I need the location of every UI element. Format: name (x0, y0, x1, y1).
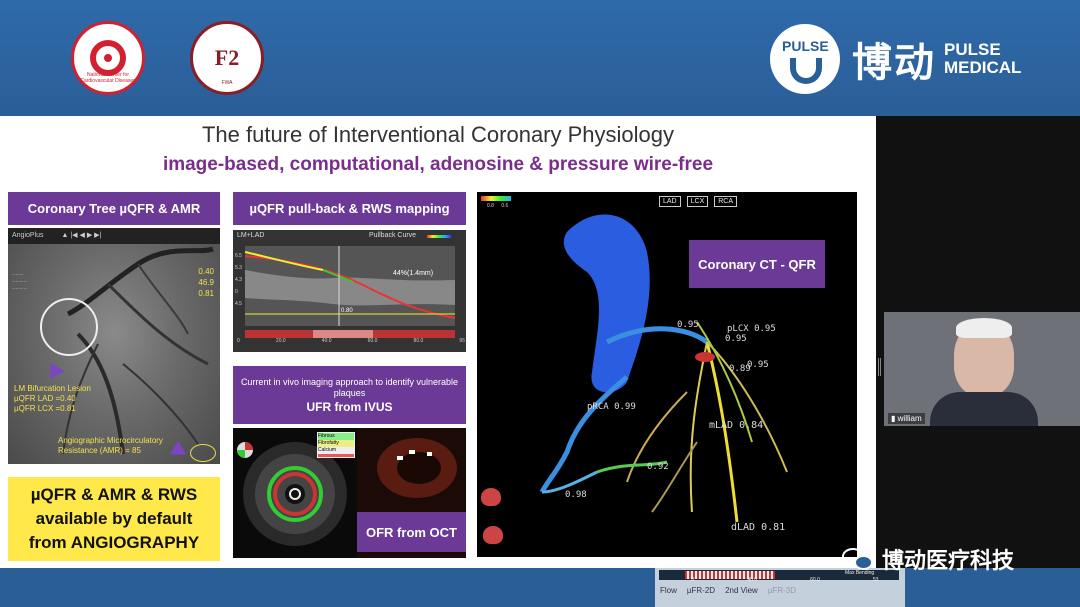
signal-icon: ▮ (891, 414, 896, 423)
fuwai-logo: F2 FWA (190, 21, 264, 95)
pullback-curve-chart (244, 246, 456, 338)
label-coronary-tree: Coronary Tree µQFR & AMR (8, 192, 220, 225)
heart-icon (481, 488, 501, 506)
angiogram-image: ······· ········· ········· 0.40 46.9 0.81… (8, 244, 220, 464)
software-tabs: Flow µFR-2D 2nd View µFR-3D (660, 586, 796, 595)
tab-ufr-3d[interactable]: µFR-3D (768, 586, 796, 595)
pullback-y-ticks: 6.5 5.3 4.3 0 4.5 (235, 253, 242, 307)
speaker-webcam: ▮ william (884, 312, 1080, 426)
angio-meta-text: ······· ········· ········· (12, 272, 27, 292)
tab-2nd-view[interactable]: 2nd View (725, 586, 758, 595)
ncc-logo: National Center for Cardiovascular Disea… (71, 21, 145, 95)
angio-annotations: 0.40 46.9 0.81 (198, 267, 214, 298)
wechat-icon (842, 546, 876, 572)
conference-banner: National Center for Cardiovascular Disea… (0, 0, 1080, 116)
amr-circle (190, 444, 216, 462)
angioplus-toolbar: AngioPlus ▲ |◀ ◀ ▶ ▶| (8, 228, 220, 244)
angiography-callout: µQFR & AMR & RWS available by default fr… (8, 477, 220, 561)
tab-flow[interactable]: Flow (660, 586, 677, 595)
label-pullback: µQFR pull-back & RWS mapping (233, 192, 466, 225)
lesion-circle (40, 298, 98, 356)
participant-name: ▮ william (888, 413, 925, 424)
brand-en: PULSE MEDICAL (944, 40, 1022, 77)
angiography-panel: AngioPlus ▲ |◀ ◀ ▶ ▶| ······· ········· ··… (8, 228, 220, 464)
heart-icon (483, 526, 503, 544)
brand-cn: 博动 (852, 41, 936, 85)
amr-text: Angiographic Microcirculatory Resistance… (58, 436, 163, 455)
tab-ufr-2d[interactable]: µFR-2D (687, 586, 715, 595)
slide-subtitle: image-based, computational, adenosine & … (162, 154, 714, 175)
label-ct-qfr: Coronary CT - QFR (689, 240, 825, 288)
label-ivus: Current in vivo imaging approach to iden… (233, 366, 466, 424)
wechat-watermark: 博动医疗科技 (842, 543, 1014, 575)
ivus-image: Fibrous Fibrofatty Calcium (233, 428, 357, 558)
slide-title: The future of Interventional Coronary Ph… (201, 122, 675, 147)
playback-controls-icon: ▲ |◀ ◀ ▶ ▶| (61, 232, 102, 239)
pullback-panel: LM+LAD Pullback Curve 44%(1.4mm) 0.80 0 … (233, 230, 466, 352)
oct-image: OFR from OCT (357, 428, 466, 558)
coronary-ct-view: 0.8 0.6 LAD LCX RCA 0.95 pLCX 0.95 0.95 … (477, 192, 857, 557)
pullback-x-ticks: 0 20.0 40.0 60.0 80.0 95 (237, 338, 465, 344)
presentation-slide: The future of Interventional Coronary Ph… (0, 116, 876, 568)
pulse-medical-brand: PULSE 博动 PULSE MEDICAL (770, 24, 1021, 94)
resize-handle[interactable] (878, 358, 881, 376)
ivus-legend: Fibrous Fibrofatty Calcium (317, 432, 355, 458)
lesion-text: LM Bifurcation Lesion µQFR LAD =0.40 µQF… (14, 384, 91, 413)
label-oct: OFR from OCT (357, 512, 466, 552)
pulse-logo-icon: PULSE (770, 24, 840, 94)
